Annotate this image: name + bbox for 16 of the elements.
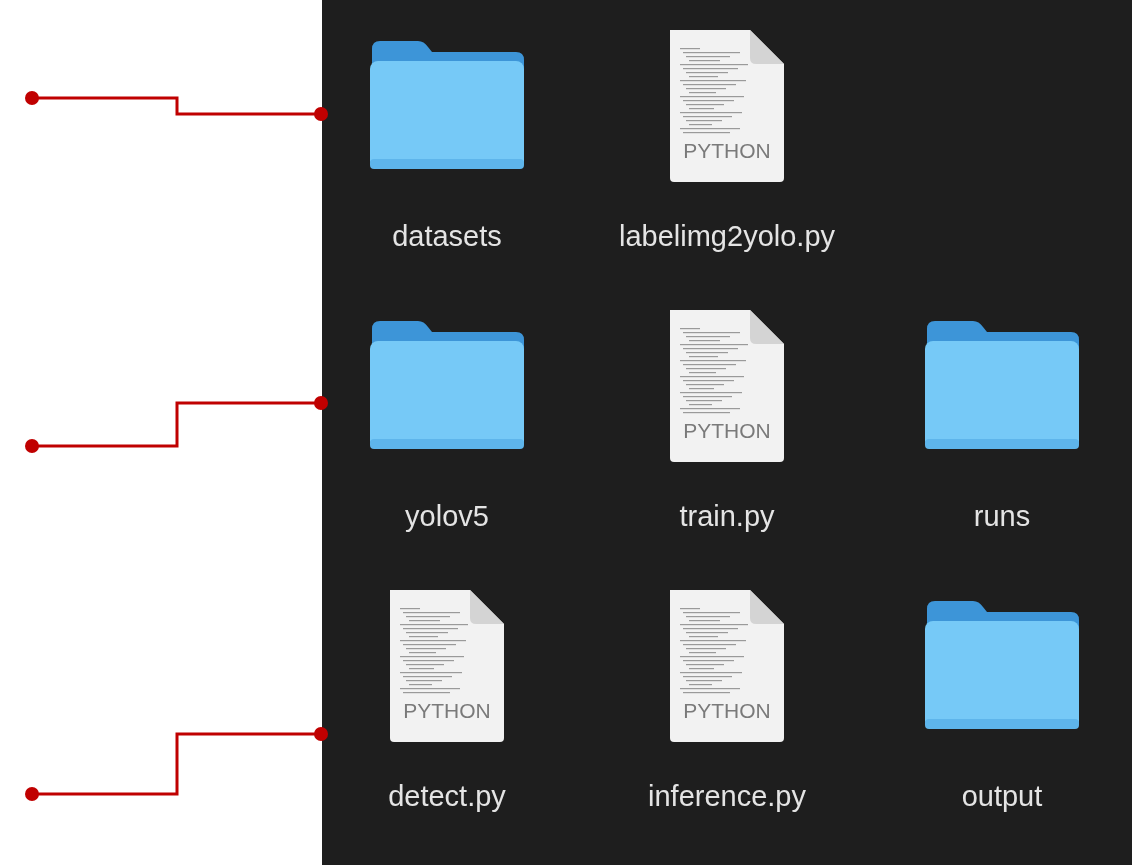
file-name[interactable]: runs [973,495,1031,539]
folder-icon [368,319,526,451]
file-name[interactable]: yolov5 [405,495,489,539]
file-name[interactable]: detect.py [388,775,506,819]
file-type-label: PYTHON [402,697,492,724]
file-name[interactable]: labelimg2yolo.py [619,215,835,259]
file-type-label: PYTHON [682,137,772,164]
file-name[interactable]: train.py [679,495,775,539]
folder-icon [923,599,1081,731]
folder-icon [923,319,1081,451]
file-name[interactable]: inference.py [648,775,806,819]
file-name[interactable]: output [961,775,1043,819]
file-name[interactable]: datasets [392,215,502,259]
folder-icon [368,39,526,171]
file-type-label: PYTHON [682,417,772,444]
file-type-label: PYTHON [682,697,772,724]
